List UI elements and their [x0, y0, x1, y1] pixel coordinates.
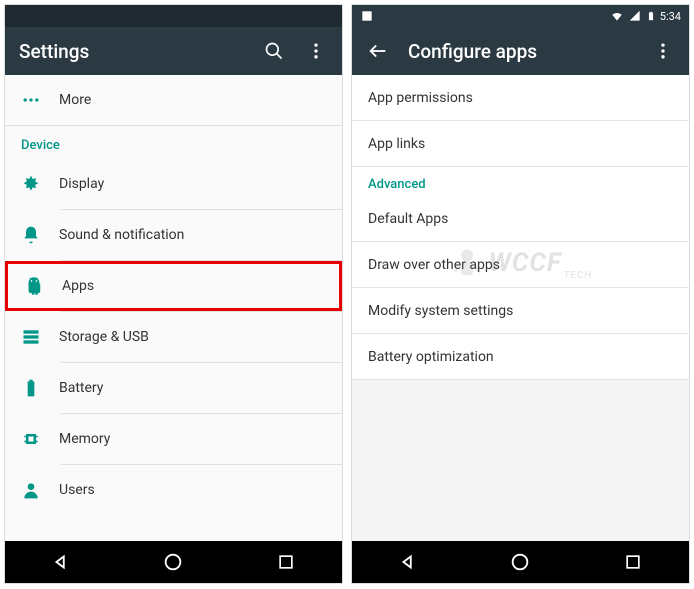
nav-bar [352, 541, 689, 583]
section-header-advanced: Advanced [352, 167, 689, 196]
more-horiz-icon [21, 90, 59, 110]
more-vert-icon[interactable] [304, 39, 328, 63]
settings-appbar: Settings [5, 27, 342, 75]
list-item-label: Memory [59, 431, 110, 447]
settings-list: More Device Display Sound & notification… [5, 75, 342, 541]
battery-icon [21, 378, 59, 398]
config-item-battery-opt[interactable]: Battery optimization [352, 334, 689, 380]
list-item-label: Storage & USB [59, 329, 149, 345]
nav-recent-icon[interactable] [272, 548, 300, 576]
config-item-label: Modify system settings [368, 303, 513, 319]
screenshot-icon [360, 9, 374, 23]
list-item-storage[interactable]: Storage & USB [5, 312, 342, 362]
appbar-title: Configure apps [408, 40, 633, 63]
phone-right-configure: 5:34 Configure apps App permissions App … [351, 4, 690, 584]
phone-left-settings: Settings More Device Display Sound [4, 4, 343, 584]
brightness-icon [21, 174, 59, 194]
list-item-label: Sound & notification [59, 227, 184, 243]
list-item-battery[interactable]: Battery [5, 363, 342, 413]
config-item-label: App links [368, 136, 425, 152]
config-item-default-apps[interactable]: Default Apps [352, 196, 689, 242]
config-item-label: Battery optimization [368, 349, 494, 365]
list-item-apps[interactable]: Apps [5, 261, 342, 311]
appbar-title: Settings [19, 40, 244, 63]
nav-home-icon[interactable] [506, 548, 534, 576]
list-item-label: Users [59, 482, 95, 498]
config-item-modify-system[interactable]: Modify system settings [352, 288, 689, 334]
nav-bar [5, 541, 342, 583]
list-item-users[interactable]: Users [5, 465, 342, 515]
more-vert-icon[interactable] [651, 39, 675, 63]
storage-icon [21, 327, 59, 347]
list-item-display[interactable]: Display [5, 159, 342, 209]
list-item-label: More [59, 92, 91, 108]
config-item-label: Default Apps [368, 211, 448, 227]
status-bar: 5:34 [352, 5, 689, 27]
android-icon [24, 276, 62, 296]
search-icon[interactable] [262, 39, 286, 63]
memory-icon [21, 429, 59, 449]
status-bar [5, 5, 342, 27]
person-icon [21, 480, 59, 500]
bell-icon [21, 225, 59, 245]
list-item-sound[interactable]: Sound & notification [5, 210, 342, 260]
nav-back-icon[interactable] [47, 548, 75, 576]
config-item-label: App permissions [368, 90, 473, 106]
nav-home-icon[interactable] [159, 548, 187, 576]
battery-status-icon [646, 9, 656, 23]
nav-back-icon[interactable] [394, 548, 422, 576]
list-item-label: Battery [59, 380, 103, 396]
list-item-label: Apps [62, 278, 94, 294]
list-item-more[interactable]: More [5, 75, 342, 125]
status-time: 5:34 [660, 10, 681, 23]
config-item-draw-over[interactable]: Draw over other apps [352, 242, 689, 288]
back-arrow-icon[interactable] [366, 39, 390, 63]
list-item-memory[interactable]: Memory [5, 414, 342, 464]
list-item-label: Display [59, 176, 104, 192]
wifi-icon [610, 9, 624, 23]
config-item-permissions[interactable]: App permissions [352, 75, 689, 121]
section-header-device: Device [5, 126, 342, 159]
config-item-label: Draw over other apps [368, 257, 500, 273]
signal-icon [628, 9, 642, 23]
configure-appbar: Configure apps [352, 27, 689, 75]
nav-recent-icon[interactable] [619, 548, 647, 576]
configure-list: App permissions App links Advanced Defau… [352, 75, 689, 541]
config-item-links[interactable]: App links [352, 121, 689, 167]
